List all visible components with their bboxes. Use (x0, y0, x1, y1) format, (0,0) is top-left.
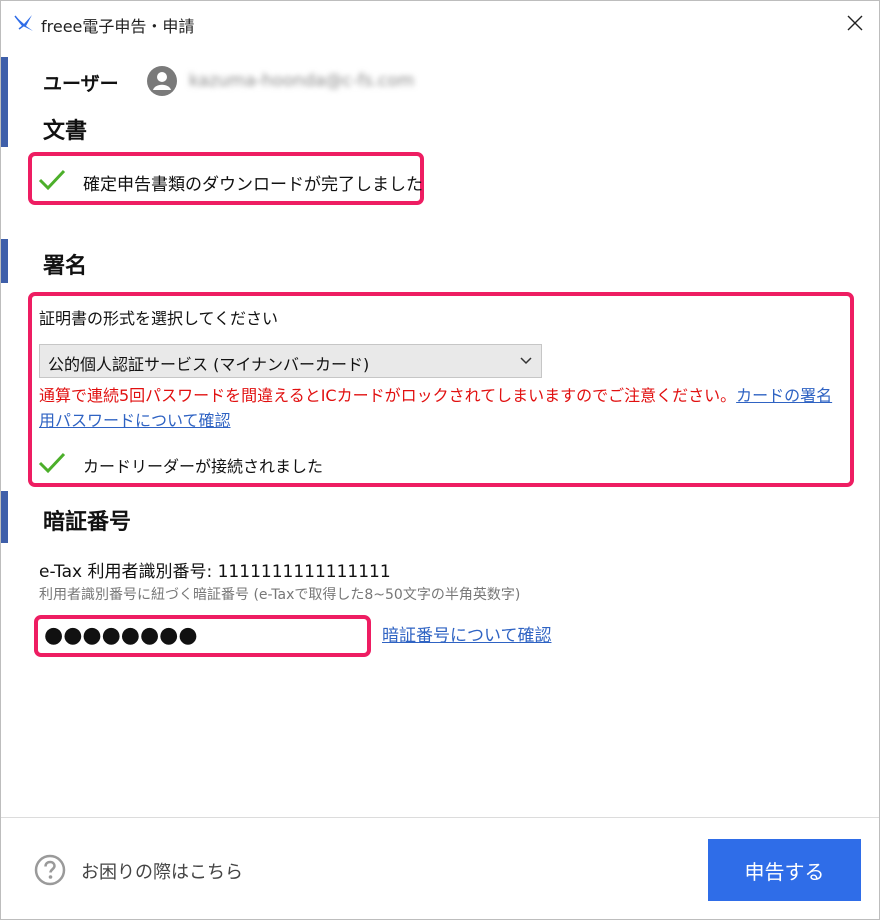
user-avatar-icon (147, 66, 177, 96)
cert-format-value: 公的個人認証サービス (マイナンバーカード) (48, 355, 370, 374)
title-bar: freee電子申告・申請 (1, 1, 879, 45)
section-title-document: 文書 (43, 119, 88, 144)
check-icon (38, 169, 66, 191)
section-accent-bar (1, 491, 8, 543)
footer-divider (1, 817, 879, 818)
help-link[interactable]: お困りの際はこちら (81, 858, 243, 884)
pin-lock-warning: 通算で連続5回パスワードを間違えるとICカードがロックされてしまいますのでご注意… (39, 383, 845, 433)
window-title: freee電子申告・申請 (41, 17, 195, 36)
section-title-pin: 暗証番号 (43, 510, 132, 535)
freee-bird-icon (14, 15, 33, 31)
pin-hint: 利用者識別番号に紐づく暗証番号 (e-Taxで取得した8~50文字の半角英数字) (39, 587, 521, 603)
cert-format-select[interactable]: 公的個人認証サービス (マイナンバーカード) (39, 344, 542, 378)
section-accent-bar (1, 57, 8, 147)
etax-user-id: e-Tax 利用者識別番号: 1111111111111111 (39, 562, 391, 582)
help-icon[interactable] (34, 854, 66, 886)
close-button[interactable] (841, 9, 869, 37)
chevron-down-icon (520, 357, 532, 365)
pin-lock-warning-text: 通算で連続5回パスワードを間違えるとICカードがロックされてしまいますのでご注意… (39, 386, 737, 405)
pin-input[interactable] (38, 618, 368, 653)
cert-format-label: 証明書の形式を選択してください (39, 309, 279, 328)
user-email: kazuma-hoonda@c-fs.com (189, 71, 415, 91)
section-title-signature: 署名 (43, 254, 88, 279)
app-window: freee電子申告・申請 ユーザー kazuma-hoonda@c-fs.com… (0, 0, 880, 920)
submit-button[interactable]: 申告する (708, 839, 861, 901)
section-accent-bar (1, 239, 8, 283)
document-status-text: 確定申告書類のダウンロードが完了しました (83, 175, 423, 195)
card-reader-status-text: カードリーダーが接続されました (83, 457, 324, 476)
check-icon (38, 452, 66, 474)
pin-help-link[interactable]: 暗証番号について確認 (382, 621, 552, 646)
user-label: ユーザー (43, 73, 119, 95)
close-icon (847, 15, 863, 31)
